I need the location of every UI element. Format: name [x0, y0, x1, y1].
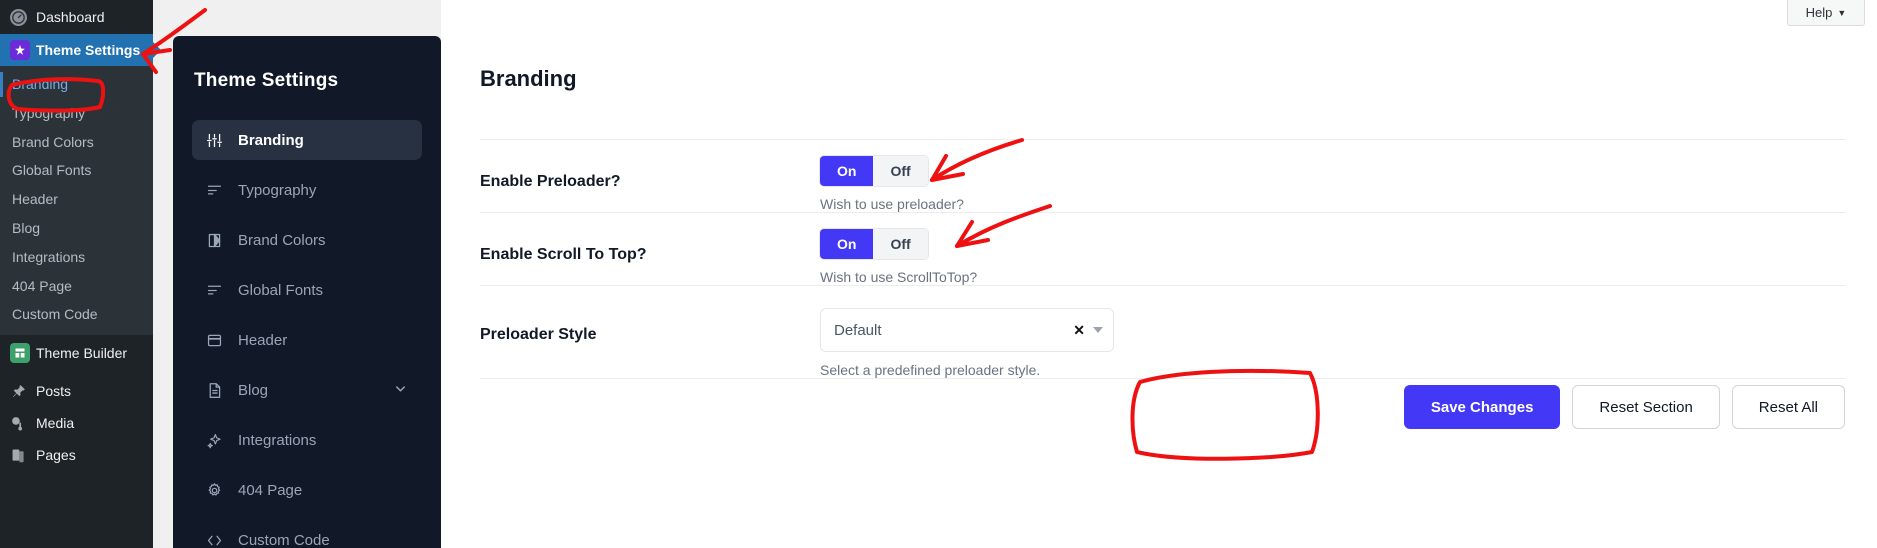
sidebar-item-theme-settings[interactable]: Theme Settings — [0, 34, 153, 66]
preloader-style-select[interactable]: Default ✕ — [820, 308, 1114, 352]
submenu-item-brand-colors[interactable]: Brand Colors — [0, 128, 153, 157]
panel-item-label: 404 Page — [238, 481, 303, 499]
setting-hint: Wish to use ScrollToTop? — [820, 269, 978, 285]
main-content: Help ▼ Branding Enable Preloader? On Off… — [441, 0, 1877, 548]
submenu-item-header[interactable]: Header — [0, 185, 153, 214]
sidebar-item-label: Posts — [36, 383, 72, 400]
theme-builder-icon — [10, 343, 36, 364]
setting-label: Preloader Style — [480, 326, 597, 343]
chevron-down-icon[interactable] — [1093, 327, 1103, 333]
sidebar-item-posts[interactable]: Posts — [0, 375, 153, 407]
sidebar-item-label: Pages — [36, 447, 76, 464]
sparkles-icon — [206, 432, 238, 449]
setting-hint: Wish to use preloader? — [820, 196, 964, 212]
panel-item-brand-colors[interactable]: Brand Colors — [192, 220, 422, 260]
submenu-item-typography[interactable]: Typography — [0, 99, 153, 128]
sidebar-item-media[interactable]: Media — [0, 407, 153, 439]
select-value: Default — [834, 321, 882, 339]
setting-label: Enable Preloader? — [480, 173, 621, 190]
document-icon — [206, 382, 238, 399]
palette-icon — [206, 232, 238, 249]
panel-item-404-page[interactable]: 404 Page — [192, 470, 422, 510]
pin-icon — [10, 383, 36, 400]
toggle-option-off[interactable]: Off — [873, 156, 928, 186]
setting-row-enable-preloader: Enable Preloader? On Off Wish to use pre… — [480, 139, 1845, 213]
clear-icon[interactable]: ✕ — [1073, 322, 1085, 339]
toggle-enable-preloader[interactable]: On Off — [820, 156, 928, 186]
sidebar-item-label: Dashboard — [36, 9, 105, 25]
theme-settings-panel: Theme Settings Branding Typography Brand… — [173, 36, 441, 548]
pages-icon — [10, 447, 36, 464]
theme-settings-submenu: Branding Typography Brand Colors Global … — [0, 66, 153, 336]
setting-control: On Off Wish to use preloader? — [820, 148, 1845, 212]
setting-hint: Select a predefined preloader style. — [820, 362, 1041, 378]
panel-item-branding[interactable]: Branding — [192, 120, 422, 160]
screen-root: Dashboard Theme Settings Branding Typogr… — [0, 0, 1877, 548]
panel-item-label: Blog — [238, 381, 269, 399]
page-title: Branding — [480, 66, 577, 91]
panel-nav-list: Branding Typography Brand Colors Global … — [173, 120, 441, 548]
submenu-item-404-page[interactable]: 404 Page — [0, 272, 153, 301]
submenu-item-integrations[interactable]: Integrations — [0, 243, 153, 272]
panel-item-global-fonts[interactable]: Global Fonts — [192, 270, 422, 310]
setting-row-preloader-style: Preloader Style Default ✕ Select a prede… — [480, 286, 1845, 379]
submenu-item-custom-code[interactable]: Custom Code — [0, 300, 153, 329]
gear-icon — [206, 482, 238, 499]
panel-item-label: Integrations — [238, 431, 317, 449]
sidebar-item-label: Theme Builder — [36, 345, 128, 362]
theme-settings-icon — [10, 40, 36, 60]
toggle-option-on[interactable]: On — [820, 156, 874, 186]
panel-item-label: Global Fonts — [238, 281, 324, 299]
setting-control: Default ✕ Select a predefined preloader … — [820, 294, 1845, 378]
toggle-option-off[interactable]: Off — [873, 229, 928, 259]
reset-section-button[interactable]: Reset Section — [1572, 385, 1720, 429]
sidebar-item-pages[interactable]: Pages — [0, 439, 153, 471]
settings-rows: Enable Preloader? On Off Wish to use pre… — [480, 139, 1845, 379]
panel-item-blog[interactable]: Blog — [192, 370, 422, 410]
panel-item-typography[interactable]: Typography — [192, 170, 422, 210]
save-changes-button[interactable]: Save Changes — [1403, 385, 1561, 429]
media-icon — [10, 415, 36, 432]
setting-control: On Off Wish to use ScrollToTop? — [820, 221, 1845, 285]
sidebar-item-dashboard[interactable]: Dashboard — [0, 0, 153, 34]
chevron-down-icon[interactable] — [393, 381, 408, 400]
panel-item-label: Typography — [238, 181, 317, 199]
code-icon — [206, 532, 238, 548]
help-button[interactable]: Help ▼ — [1787, 0, 1865, 26]
setting-label: Enable Scroll To Top? — [480, 246, 647, 263]
toggle-option-on[interactable]: On — [820, 229, 874, 259]
text-align-icon — [206, 282, 238, 299]
setting-row-enable-scroll-to-top: Enable Scroll To Top? On Off Wish to use… — [480, 213, 1845, 286]
window-icon — [206, 332, 238, 349]
sidebar-item-theme-builder[interactable]: Theme Builder — [0, 337, 153, 369]
text-align-icon — [206, 182, 238, 199]
panel-title: Theme Settings — [194, 70, 339, 91]
sidebar-item-label: Media — [36, 415, 75, 432]
wp-admin-sidebar: Dashboard Theme Settings Branding Typogr… — [0, 0, 153, 548]
panel-item-label: Brand Colors — [238, 231, 326, 249]
submenu-item-global-fonts[interactable]: Global Fonts — [0, 156, 153, 185]
panel-item-label: Branding — [238, 131, 304, 149]
sidebar-item-label: Theme Settings — [36, 42, 141, 58]
submenu-item-branding[interactable]: Branding — [0, 70, 153, 99]
panel-item-header[interactable]: Header — [192, 320, 422, 360]
panel-item-label: Header — [238, 331, 288, 349]
sliders-icon — [206, 132, 238, 149]
panel-item-label: Custom Code — [238, 531, 330, 548]
chevron-down-icon: ▼ — [1837, 7, 1847, 18]
help-label: Help — [1805, 5, 1833, 20]
form-actions: Save Changes Reset Section Reset All — [1403, 385, 1845, 429]
reset-all-button[interactable]: Reset All — [1731, 385, 1845, 429]
submenu-item-blog[interactable]: Blog — [0, 214, 153, 243]
panel-item-integrations[interactable]: Integrations — [192, 420, 422, 460]
dashboard-icon — [10, 8, 36, 26]
panel-item-custom-code[interactable]: Custom Code — [192, 520, 422, 548]
toggle-enable-scroll-to-top[interactable]: On Off — [820, 229, 928, 259]
